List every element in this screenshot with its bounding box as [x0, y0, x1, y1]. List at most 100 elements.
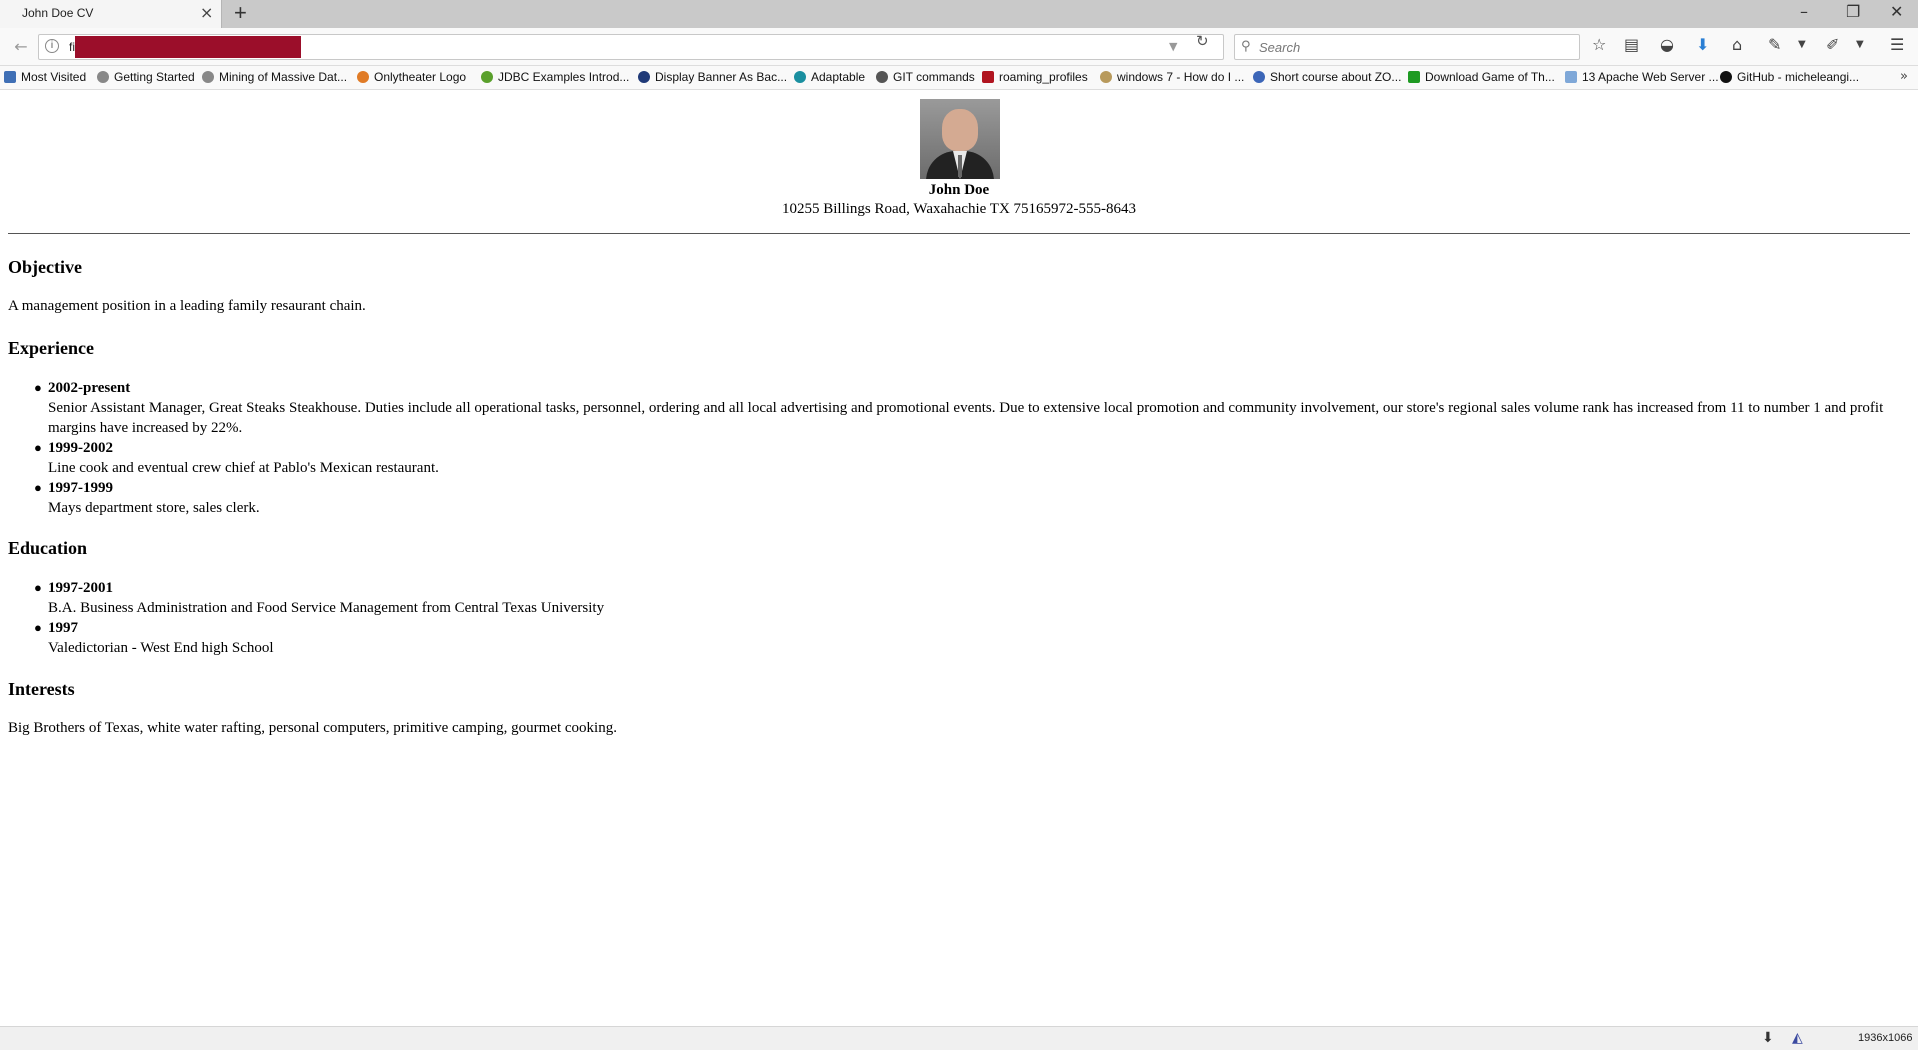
cv-name: John Doe — [928, 182, 990, 198]
education-description: Valedictorian - West End high School — [48, 640, 274, 656]
url-dropdown-icon[interactable]: ▼ — [1169, 40, 1177, 53]
bookmark-item[interactable]: Short course about ZO... — [1253, 70, 1401, 84]
pocket-icon[interactable]: ◒ — [1660, 35, 1674, 55]
minimize-icon[interactable]: – — [1800, 2, 1808, 21]
bookmark-label: Getting Started — [114, 70, 195, 84]
bookmark-item[interactable]: Adaptable — [794, 70, 865, 84]
download-icon[interactable]: ⬇ — [1762, 1030, 1774, 1046]
user-icon — [1100, 71, 1112, 83]
bookmark-item[interactable]: Getting Started — [97, 70, 195, 84]
bookmark-item[interactable]: roaming_profiles — [982, 70, 1088, 84]
bookmark-label: Most Visited — [21, 70, 87, 84]
r-icon — [638, 71, 650, 83]
education-period: 1997 — [48, 620, 78, 636]
search-input[interactable]: ⚲ Search — [1234, 34, 1580, 60]
page-content: John Doe 10255 Billings Road, Waxahachie… — [0, 91, 1918, 1025]
education-heading: Education — [8, 538, 88, 558]
back-arrow-icon[interactable]: ← — [8, 36, 34, 58]
info-circle-icon — [481, 71, 493, 83]
bookmark-label: Display Banner As Bac... — [655, 70, 788, 84]
globe-icon — [202, 71, 214, 83]
download-game-icon — [1408, 71, 1420, 83]
profile-photo — [920, 99, 1000, 179]
experience-period: 1999-2002 — [48, 440, 113, 456]
window-dimensions: 1936x1066 — [1858, 1032, 1913, 1044]
experience-period: 1997-1999 — [48, 480, 113, 496]
tab-title: John Doe CV — [22, 6, 94, 20]
tab-active[interactable]: John Doe CV × — [0, 0, 222, 28]
list-item: 1999-2002 Line cook and eventual crew ch… — [48, 438, 1890, 478]
education-description: B.A. Business Administration and Food Se… — [48, 600, 605, 616]
bookmark-item[interactable]: GIT commands — [876, 70, 975, 84]
chevron-right-icon[interactable]: » — [1900, 69, 1908, 84]
list-item: 1997-2001 B.A. Business Administration a… — [48, 578, 1890, 618]
objective-text: A management position in a leading famil… — [8, 298, 366, 314]
sru-icon — [982, 71, 994, 83]
education-period: 1997-2001 — [48, 580, 113, 596]
bookmark-item[interactable]: Onlytheater Logo — [357, 70, 466, 84]
extension-icon[interactable]: ✎ — [1768, 35, 1781, 55]
github-icon — [1720, 71, 1732, 83]
experience-heading: Experience — [8, 338, 94, 358]
bullet: ● — [34, 380, 42, 395]
bookmark-label: Adaptable — [811, 70, 866, 84]
tab-strip: John Doe CV × + – ❐ ✕ — [0, 0, 1918, 28]
bookmark-item[interactable]: Display Banner As Bac... — [638, 70, 787, 84]
bullet: ● — [34, 620, 42, 635]
menu-icon[interactable]: ☰ — [1890, 35, 1904, 55]
close-icon[interactable]: × — [200, 5, 213, 21]
divider — [8, 233, 1910, 234]
bookmark-label: JDBC Examples Introd... — [498, 70, 630, 84]
bookmark-item[interactable]: Download Game of Th... — [1408, 70, 1555, 84]
experience-description: Line cook and eventual crew chief at Pab… — [48, 460, 439, 476]
experience-description: Mays department store, sales clerk. — [48, 500, 260, 516]
chevron-down-icon[interactable]: ▼ — [1798, 35, 1806, 55]
list-item: 1997-1999 Mays department store, sales c… — [48, 478, 1890, 518]
bookmark-item[interactable]: Mining of Massive Dat... — [202, 70, 347, 84]
bookmark-label: Download Game of Th... — [1425, 70, 1555, 84]
list-item: 2002-present Senior Assistant Manager, G… — [48, 378, 1890, 438]
bookmark-item[interactable]: 13 Apache Web Server ... — [1565, 70, 1719, 84]
reading-list-icon[interactable]: ▤ — [1624, 35, 1639, 55]
bookmark-label: GIT commands — [893, 70, 975, 84]
bookmark-label: windows 7 - How do I ... — [1117, 70, 1245, 84]
bookmark-item[interactable]: windows 7 - How do I ... — [1100, 70, 1244, 84]
url-redaction — [75, 36, 301, 58]
bookmark-label: Short course about ZO... — [1270, 70, 1402, 84]
search-placeholder: Search — [1259, 40, 1301, 55]
status-bar: ⬇ ◭ 1936x1066 — [0, 1026, 1918, 1050]
bullet: ● — [34, 440, 42, 455]
bookmarks-bar: Most Visited Getting Started Mining of M… — [0, 66, 1918, 90]
chevron-down-icon[interactable]: ▼ — [1856, 35, 1864, 55]
page-icon — [1565, 71, 1577, 83]
interests-text: Big Brothers of Texas, white water rafti… — [8, 720, 617, 736]
joomla-icon — [357, 71, 369, 83]
bookmark-item[interactable]: JDBC Examples Introd... — [481, 70, 629, 84]
url-bar[interactable]: i fi ▼ — [38, 34, 1224, 60]
home-icon[interactable]: ⌂ — [1732, 35, 1742, 55]
objective-heading: Objective — [8, 257, 82, 277]
list-item: 1997 Valedictorian - West End high Schoo… — [48, 618, 1890, 658]
new-tab-icon[interactable]: + — [234, 2, 247, 24]
bookmark-label: Onlytheater Logo — [374, 70, 467, 84]
bullet: ● — [34, 480, 42, 495]
experience-description: Senior Assistant Manager, Great Steaks S… — [48, 400, 1884, 436]
experience-period: 2002-present — [48, 380, 131, 396]
addon-icon[interactable]: ◭ — [1792, 1030, 1803, 1046]
window-close-icon[interactable]: ✕ — [1890, 2, 1903, 21]
info-icon[interactable]: i — [45, 39, 59, 53]
reload-icon[interactable]: ↻ — [1196, 32, 1209, 50]
bookmark-label: GitHub - micheleangi... — [1737, 70, 1860, 84]
bookmark-star-icon[interactable]: ☆ — [1592, 35, 1606, 55]
bookmark-label: 13 Apache Web Server ... — [1582, 70, 1719, 84]
folder-icon — [4, 71, 16, 83]
tools-icon[interactable]: ✐ — [1826, 35, 1839, 55]
bookmark-item[interactable]: Most Visited — [4, 70, 86, 84]
navigation-bar: ← i fi ▼ ↻ ⚲ Search ☆ ▤ ◒ ⬇ ⌂ ✎ ▼ ✐ ▼ ☰ — [0, 28, 1918, 66]
bookmark-label: Mining of Massive Dat... — [219, 70, 348, 84]
bookmark-item[interactable]: GitHub - micheleangi... — [1720, 70, 1859, 84]
download-icon[interactable]: ⬇ — [1696, 35, 1709, 55]
adaptable-icon — [794, 71, 806, 83]
restore-icon[interactable]: ❐ — [1846, 2, 1860, 21]
bullet: ● — [34, 580, 42, 595]
